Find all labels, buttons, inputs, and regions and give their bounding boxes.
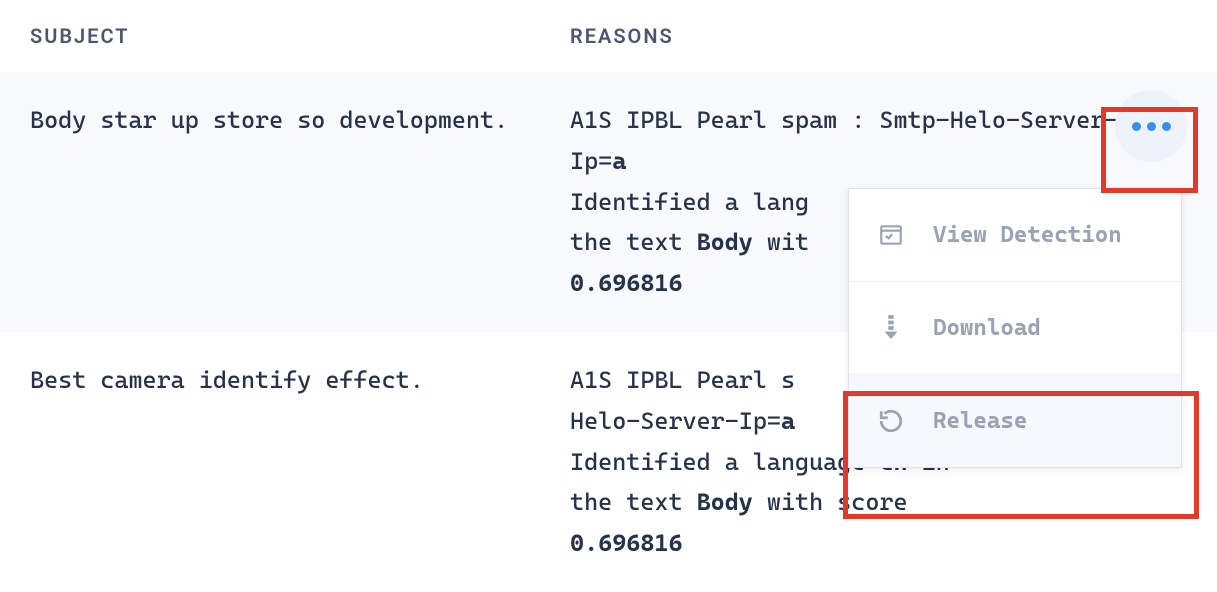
reason-text: with score [753,488,908,516]
reason-text: A1S IPBL Pearl spam : Smtp-Helo-Server-I… [570,106,1118,175]
reason-bold: 0.696816 [570,269,683,297]
reason-text: Identified a language [570,448,879,476]
reason-bold: 0.696816 [570,529,683,557]
col-header-reasons: REASONS [570,24,1187,48]
dropdown-label: Release [933,408,1027,434]
reason-text: the text [570,228,697,256]
cell-subject: Best camera identify effect. [30,360,570,564]
more-icon [1132,122,1171,131]
table-header: SUBJECT REASONS [0,0,1217,72]
col-header-subject: SUBJECT [30,24,570,48]
mail-detect-icon [877,221,905,249]
dropdown-item-download[interactable]: Download [849,282,1181,375]
dropdown-item-release[interactable]: Release [849,375,1181,467]
dropdown-label: View Detection [933,222,1122,248]
download-icon [877,314,905,342]
reason-text: Identified a lang [570,188,809,216]
reason-text: the text [570,488,697,516]
reason-text: wit [753,228,809,256]
actions-dropdown: View Detection Download Release [848,188,1182,468]
reason-bold: a [612,147,626,175]
release-icon [877,407,905,435]
reason-bold: a [781,407,795,435]
dropdown-item-view-detection[interactable]: View Detection [849,189,1181,282]
row-actions [1115,90,1187,162]
reason-text: A1S IPBL Pearl s [570,366,795,394]
more-actions-button[interactable] [1115,90,1187,162]
cell-subject: Body star up store so development. [30,100,570,304]
reason-bold: Body [697,488,753,516]
reason-text: Helo-Server-Ip= [570,407,781,435]
dropdown-label: Download [933,315,1041,341]
reason-bold: Body [697,228,753,256]
